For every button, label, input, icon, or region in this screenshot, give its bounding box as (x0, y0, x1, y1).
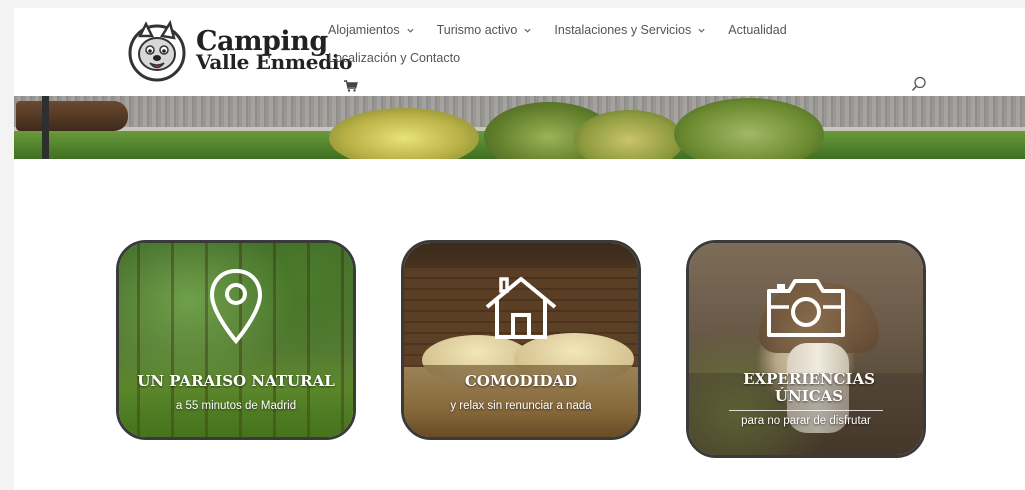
map-pin-icon (209, 268, 263, 345)
chevron-down-icon (698, 28, 705, 33)
nav-label: Localización y Contacto (328, 51, 461, 65)
main-nav: Alojamientos Turismo activo Instalacione… (328, 20, 968, 68)
cart-icon[interactable] (344, 80, 358, 92)
feature-card-comfort[interactable]: COMODIDAD y relax sin renunciar a nada (401, 240, 641, 440)
card-subtitle: y relax sin renunciar a nada (450, 400, 592, 412)
banner-log (16, 101, 128, 131)
banner-bush (329, 108, 479, 159)
nav-row-1: Alojamientos Turismo activo Instalacione… (328, 20, 968, 40)
nav-item-actualidad[interactable]: Actualidad (728, 23, 786, 37)
nav-label: Instalaciones y Servicios (554, 23, 692, 37)
card-subtitle: para no parar de disfrutar (741, 415, 871, 427)
chevron-down-icon (406, 28, 414, 33)
banner-post (42, 96, 49, 159)
nav-item-localizacion[interactable]: Localización y Contacto (328, 51, 460, 65)
house-icon (485, 277, 557, 339)
card-subtitle: a 55 minutos de Madrid (175, 400, 297, 412)
page: Camping Valle Enmedio Alojamientos Turis… (14, 8, 1025, 490)
nav-item-instalaciones[interactable]: Instalaciones y Servicios (554, 23, 706, 37)
card-divider (729, 410, 883, 411)
nav-item-turismo-activo[interactable]: Turismo activo (437, 23, 533, 37)
feature-card-nature[interactable]: UN PARAISO NATURAL a 55 minutos de Madri… (116, 240, 356, 440)
feature-card-experiences[interactable]: EXPERIENCIAS ÚNICAS para no parar de dis… (686, 240, 926, 458)
nav-label: Actualidad (728, 23, 787, 37)
nav-label: Turismo activo (436, 23, 518, 37)
search-icon[interactable] (911, 76, 927, 92)
card-title: UN PARAISO NATURAL (137, 372, 335, 390)
mascot-logo-icon (128, 20, 186, 82)
chevron-down-icon (524, 28, 532, 33)
hero-banner-image (14, 96, 1025, 159)
camera-icon (767, 279, 845, 337)
site-header: Camping Valle Enmedio Alojamientos Turis… (14, 8, 1025, 96)
nav-label: Alojamientos (328, 23, 400, 37)
card-title: EXPERIENCIAS ÚNICAS (743, 370, 875, 405)
card-title: COMODIDAD (464, 372, 578, 390)
nav-item-alojamientos[interactable]: Alojamientos (328, 23, 415, 37)
nav-row-2: Localización y Contacto (328, 48, 968, 68)
